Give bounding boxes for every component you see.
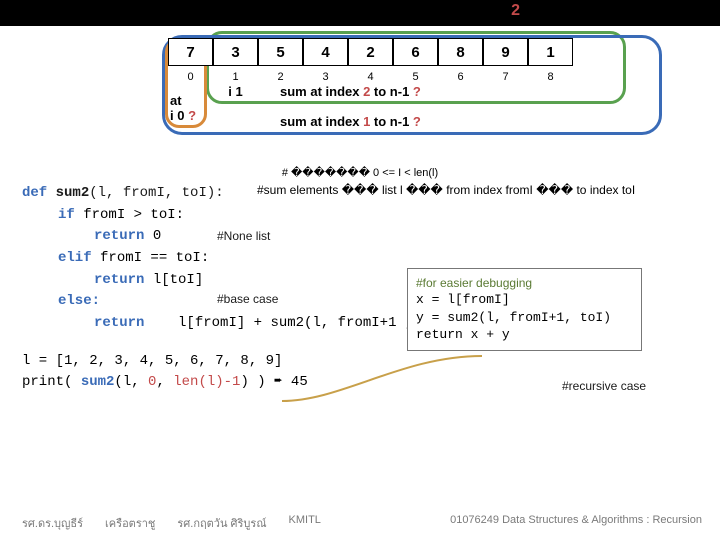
at-i0-label: at i 0 ? [170,94,196,124]
author1b: เครือตราชู [105,514,155,532]
cond: fromI > toI: [75,207,184,223]
cell: 5 [258,38,303,66]
idx: 1 [213,68,258,86]
cell: 7 [168,38,213,66]
slide-footer: รศ.ดร.บุญธีร์ เครือตราชู รศ.กฤตวัน ศิริบ… [22,514,702,532]
idx: 8 [528,68,573,86]
header-number: 2 [511,2,520,20]
array-diagram: 7 3 5 4 2 6 8 9 1 0 1 2 3 4 5 6 7 8 i 1 … [140,34,670,164]
cell: 4 [303,38,348,66]
sum-index1-label: sum at index 1 to n-1 ? [280,114,421,129]
sum-comment: #sum elements ��� list l ��� from index … [257,183,717,199]
arrow-icon: ➨ [266,374,291,390]
list-def: l = [1, 2, 3, 4, 5, 6, 7, 8, 9] [22,351,720,372]
cond: fromI == toI: [92,250,210,266]
kw-def: def [22,185,47,201]
author1: รศ.ดร.บุญธีร์ [22,514,83,532]
institute: KMITL [289,514,321,532]
result: 45 [291,374,308,390]
if-line: if fromI > toI: [22,205,702,227]
cell: 9 [483,38,528,66]
slide-header: 2 [0,0,720,26]
idx: 4 [348,68,393,86]
kw-return: return [94,272,144,288]
fn: sum2 [81,374,115,390]
debug-box: #for easier debugging x = l[fromI] y = s… [407,268,642,351]
kw-return: return [94,228,144,244]
print: print( [22,374,81,390]
params: (l, fromI, toI): [89,185,223,201]
comment-base: #base case [217,290,278,309]
debug-l3: return x + y [416,326,633,344]
debug-comment: #for easier debugging [416,275,633,291]
txt: to n-1 [370,84,413,99]
close: ) ) [240,374,265,390]
kw-else: else: [58,293,100,309]
cell: 3 [213,38,258,66]
txt: sum at index [280,84,363,99]
txt: at [170,93,182,108]
idx: 6 [438,68,483,86]
return-0: return 0 [22,226,702,248]
q: ? [188,108,196,123]
comment-recursive: #recursive case [562,377,646,396]
comment-none: #None list [217,227,270,246]
i1-label: i 1 [213,84,258,99]
fn-name: sum2 [56,185,90,201]
kw-elif: elif [58,250,92,266]
q: ? [413,114,421,129]
cell: 2 [348,38,393,66]
code-block: #sum elements ��� list l ��� from index … [22,183,702,335]
kw-return: return [94,315,144,331]
idx: 7 [483,68,528,86]
cell: 6 [393,38,438,66]
precondition-comment: # ������� 0 <= I < len(l) [0,166,720,179]
course-title: 01076249 Data Structures & Algorithms : … [450,514,702,532]
array-cells: 7 3 5 4 2 6 8 9 1 [168,38,573,66]
idx: 0 [168,68,213,86]
q: ? [413,84,421,99]
arg1: len(l)-1 [173,374,240,390]
elif-line: elif fromI == toI: [22,248,702,270]
args: (l, [114,374,148,390]
debug-l1: x = l[fromI] [416,291,633,309]
cell: 8 [438,38,483,66]
idx: 5 [393,68,438,86]
sum-index2-label: sum at index 2 to n-1 ? [280,84,421,99]
author2: รศ.กฤตวัน ศิริบูรณ์ [177,514,266,532]
cell: 1 [528,38,573,66]
txt: i 0 [170,108,184,123]
val: 0 [144,228,161,244]
debug-l2: y = sum2(l, fromI+1, toI) [416,309,633,327]
sep: , [156,374,173,390]
array-indices: 0 1 2 3 4 5 6 7 8 [168,68,573,86]
kw-if: if [58,207,75,223]
txt: to n-1 [370,114,413,129]
txt: sum at index [280,114,363,129]
val: l[toI] [144,272,203,288]
idx: 3 [303,68,348,86]
idx: 2 [258,68,303,86]
